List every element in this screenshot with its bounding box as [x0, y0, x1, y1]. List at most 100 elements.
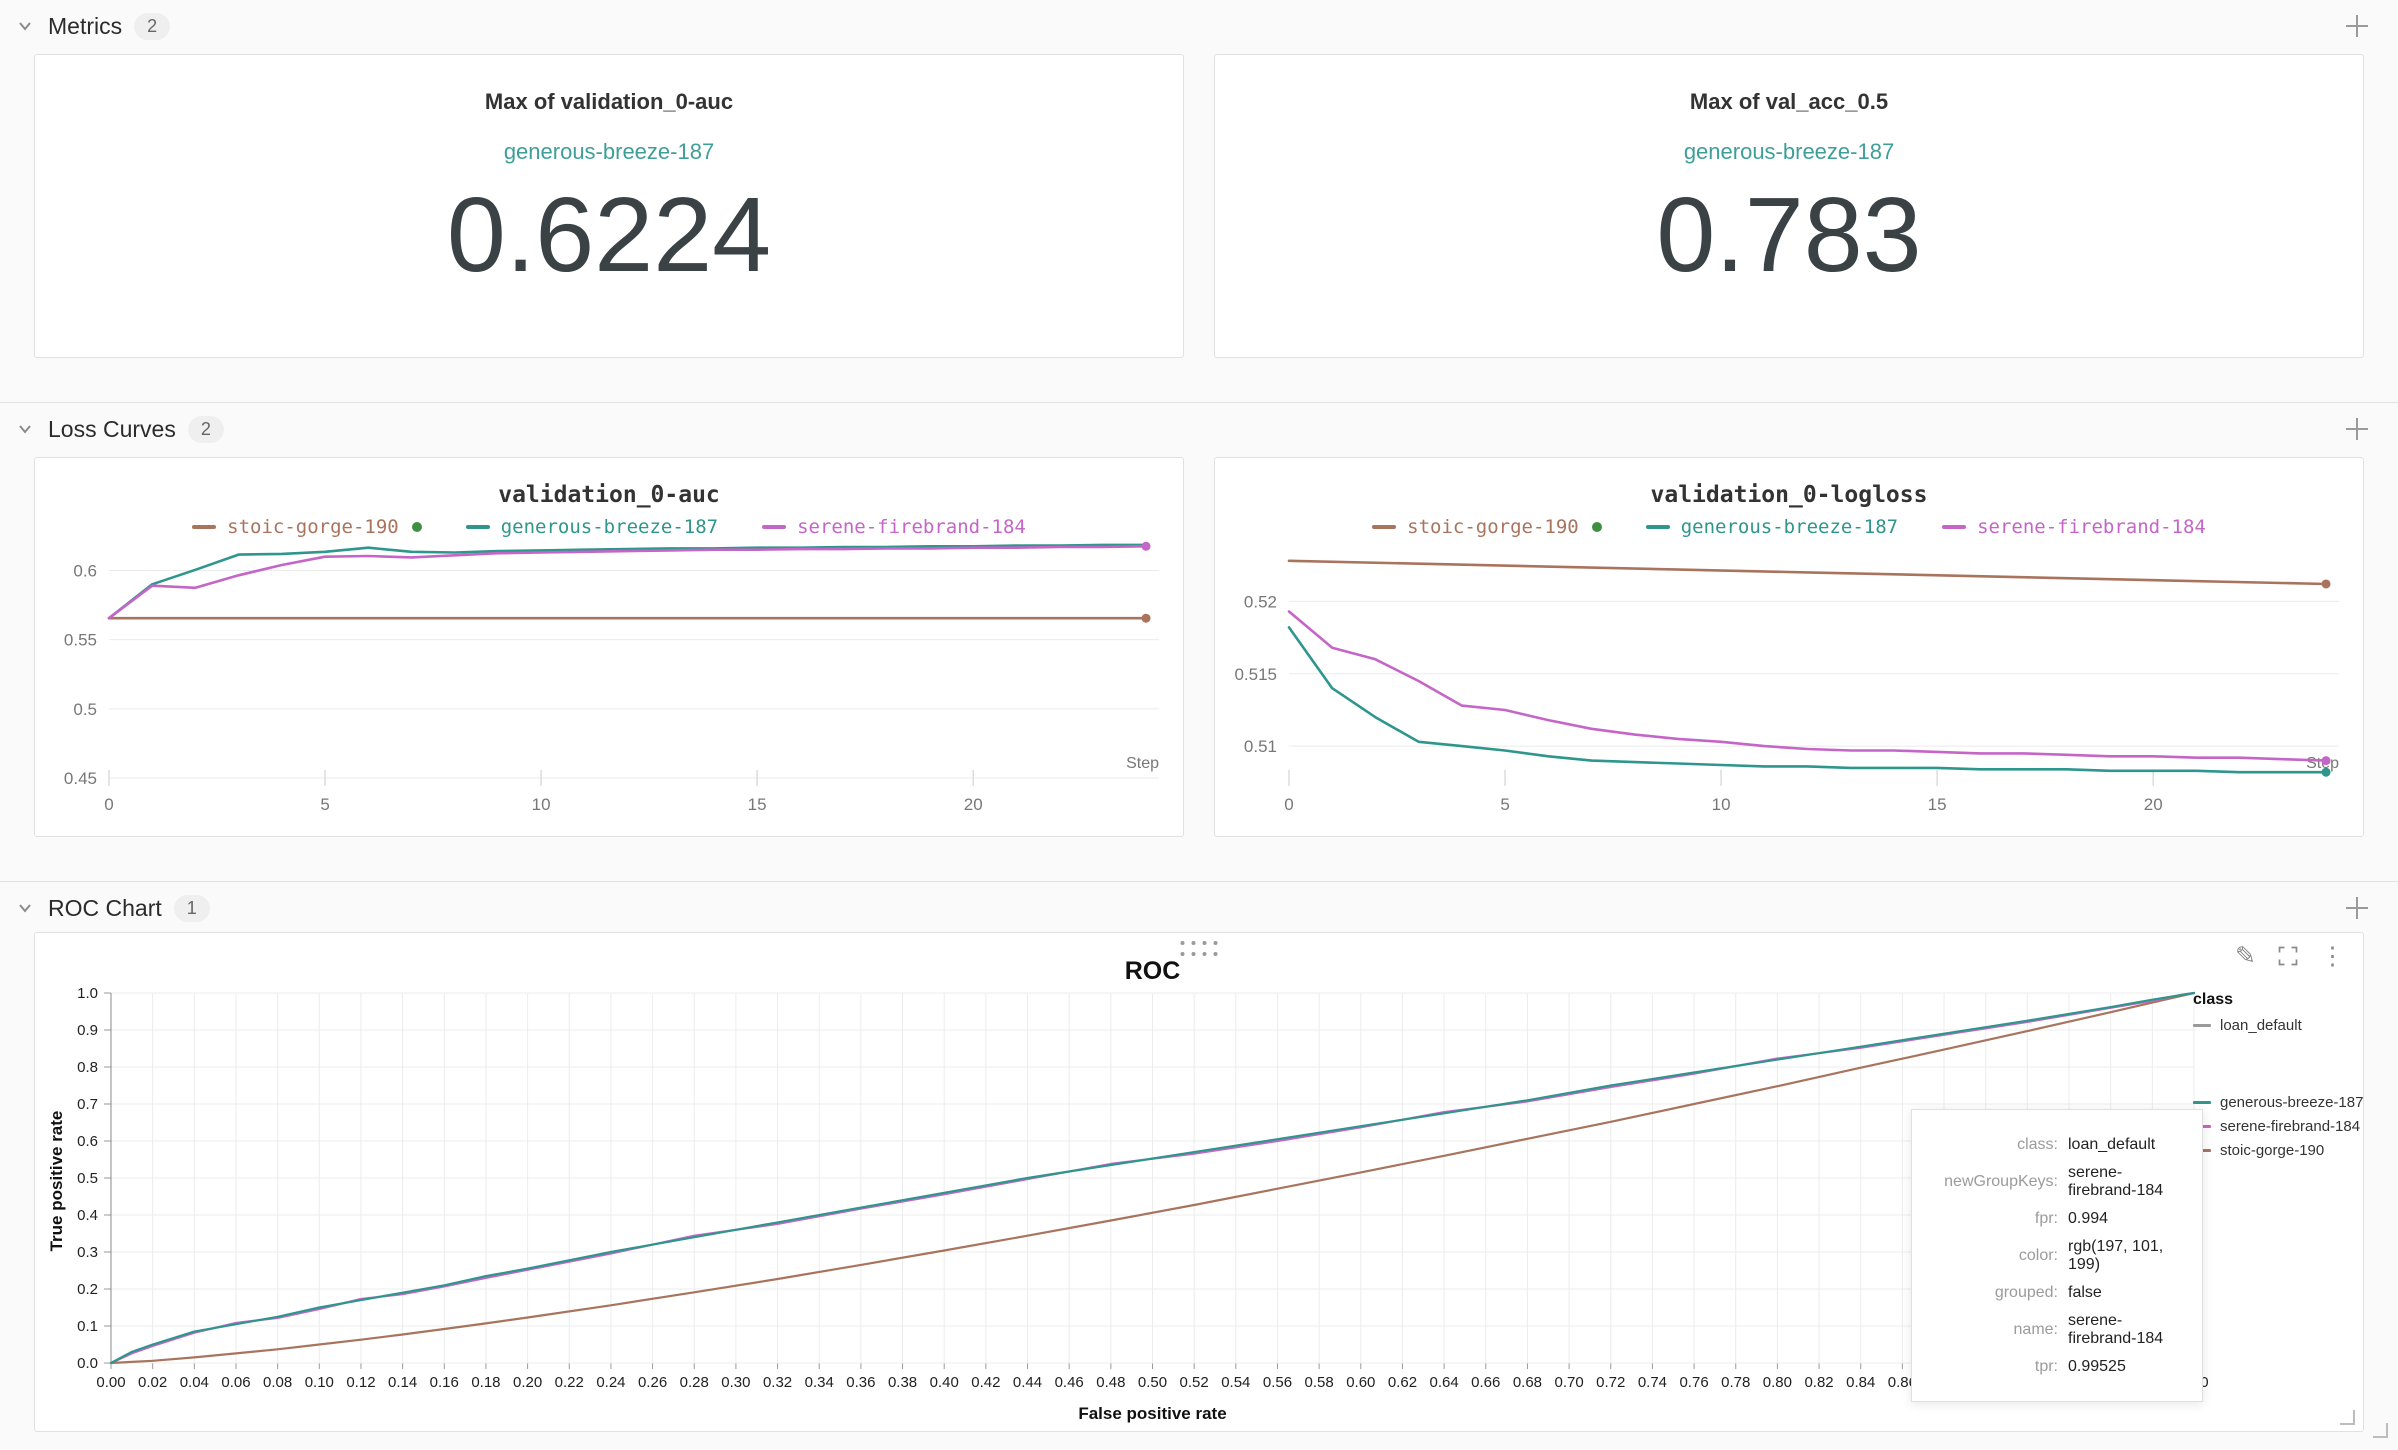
svg-text:10: 10 [532, 795, 551, 814]
add-panel-button[interactable] [2340, 9, 2374, 43]
legend-run-label: generous-breeze-187 [501, 516, 718, 538]
svg-text:0.6: 0.6 [73, 561, 97, 580]
tooltip-label: newGroupKeys: [1930, 1173, 2058, 1191]
metric-title: Max of val_acc_0.5 [1215, 89, 2363, 115]
legend-run-label: generous-breeze-187 [1681, 516, 1898, 538]
svg-text:0.1: 0.1 [77, 1318, 98, 1335]
svg-text:0.51: 0.51 [1244, 737, 1277, 756]
legend-run-label: serene-firebrand-184 [2220, 1118, 2360, 1135]
svg-text:0.0: 0.0 [77, 1355, 98, 1372]
svg-text:0.52: 0.52 [1180, 1374, 1209, 1391]
legend-run-label: stoic-gorge-190 [227, 516, 399, 538]
svg-text:0.12: 0.12 [346, 1374, 375, 1391]
tooltip-label: name: [1930, 1321, 2058, 1339]
svg-text:0.26: 0.26 [638, 1374, 667, 1391]
section-title: Loss Curves [48, 416, 176, 443]
chevron-down-icon[interactable] [14, 897, 36, 919]
chevron-down-icon[interactable] [14, 15, 36, 37]
tooltip-label: fpr: [1930, 1210, 2058, 1228]
svg-text:15: 15 [748, 795, 767, 814]
svg-text:0.44: 0.44 [1013, 1374, 1042, 1391]
svg-text:0.64: 0.64 [1430, 1374, 1459, 1391]
roc-legend: class loan_default generous-breeze-187 s… [2193, 991, 2363, 1166]
roc-chart-title: ROC [111, 957, 2194, 986]
svg-text:0.10: 0.10 [305, 1374, 334, 1391]
tooltip-value: 0.994 [2068, 1210, 2184, 1228]
legend-item: generous-breeze-187 [2193, 1094, 2363, 1111]
legend-line-swatch [2193, 1101, 2211, 1104]
svg-text:15: 15 [1928, 795, 1947, 814]
legend-line-swatch [762, 525, 786, 529]
svg-text:0.58: 0.58 [1305, 1374, 1334, 1391]
metric-card: Max of val_acc_0.5 generous-breeze-187 0… [1214, 54, 2364, 358]
svg-text:0.00: 0.00 [96, 1374, 125, 1391]
svg-text:5: 5 [1500, 795, 1509, 814]
svg-text:0.78: 0.78 [1721, 1374, 1750, 1391]
svg-text:0.68: 0.68 [1513, 1374, 1542, 1391]
legend-class-label: loan_default [2220, 1017, 2302, 1034]
svg-text:0.56: 0.56 [1263, 1374, 1292, 1391]
tooltip-value: rgb(197, 101, 199) [2068, 1238, 2184, 1274]
line-chart-panel-validation-0-logloss: validation_0-logloss stoic-gorge-190 gen… [1214, 457, 2364, 837]
kebab-menu-icon[interactable]: ⋮ [2320, 941, 2345, 971]
svg-text:0.5: 0.5 [73, 700, 97, 719]
svg-text:0.60: 0.60 [1346, 1374, 1375, 1391]
svg-text:1.0: 1.0 [77, 985, 98, 1002]
panel-count-badge: 1 [174, 895, 210, 922]
legend-item: stoic-gorge-190 [192, 516, 422, 538]
svg-text:0.50: 0.50 [1138, 1374, 1167, 1391]
section-resize-handle[interactable] [2373, 1423, 2388, 1438]
svg-text:0.46: 0.46 [1055, 1374, 1084, 1391]
svg-text:0.80: 0.80 [1763, 1374, 1792, 1391]
svg-text:0.72: 0.72 [1596, 1374, 1625, 1391]
svg-text:0.515: 0.515 [1234, 665, 1277, 684]
validation-0-logloss-chart[interactable]: 0.510.5150.5205101520Step [1215, 536, 2363, 828]
svg-text:0.4: 0.4 [77, 1207, 98, 1224]
panel-count-badge: 2 [188, 416, 224, 443]
svg-text:0.38: 0.38 [888, 1374, 917, 1391]
tooltip-label: color: [1930, 1247, 2058, 1265]
svg-text:0.74: 0.74 [1638, 1374, 1667, 1391]
svg-text:0.6: 0.6 [77, 1133, 98, 1150]
add-panel-button[interactable] [2340, 891, 2374, 925]
legend-line-swatch [1372, 525, 1396, 529]
svg-text:0.52: 0.52 [1244, 592, 1277, 611]
svg-text:0.84: 0.84 [1846, 1374, 1875, 1391]
validation-0-auc-chart[interactable]: 0.450.50.550.605101520Step [35, 536, 1183, 828]
chart-legend: stoic-gorge-190 generous-breeze-187 sere… [1215, 516, 2363, 538]
svg-text:0.9: 0.9 [77, 1022, 98, 1039]
svg-text:0.5: 0.5 [77, 1170, 98, 1187]
legend-line-swatch [1942, 525, 1966, 529]
metric-run-name[interactable]: generous-breeze-187 [35, 139, 1183, 165]
metrics-section: Metrics 2 Max of validation_0-auc genero… [0, 0, 2398, 402]
svg-text:0.70: 0.70 [1554, 1374, 1583, 1391]
legend-run-label: serene-firebrand-184 [797, 516, 1026, 538]
legend-item: loan_default [2193, 1017, 2363, 1034]
svg-text:0.14: 0.14 [388, 1374, 417, 1391]
fullscreen-icon[interactable] [2276, 944, 2300, 968]
chart-legend: stoic-gorge-190 generous-breeze-187 sere… [35, 516, 1183, 538]
metric-value: 0.783 [1215, 175, 2363, 296]
metric-title: Max of validation_0-auc [35, 89, 1183, 115]
tooltip-value: serene-firebrand-184 [2068, 1312, 2184, 1348]
svg-text:0: 0 [1284, 795, 1293, 814]
drag-handle[interactable] [1181, 941, 1218, 956]
svg-text:20: 20 [964, 795, 983, 814]
edit-panel-icon[interactable]: ✎ [2235, 941, 2256, 971]
svg-text:0.36: 0.36 [846, 1374, 875, 1391]
svg-text:0.54: 0.54 [1221, 1374, 1250, 1391]
tooltip-label: grouped: [1930, 1284, 2058, 1302]
chevron-down-icon[interactable] [14, 418, 36, 440]
svg-text:0.18: 0.18 [471, 1374, 500, 1391]
add-panel-button[interactable] [2340, 412, 2374, 446]
tooltip-label: class: [1930, 1136, 2058, 1154]
section-title: Metrics [48, 13, 122, 40]
tooltip-value: false [2068, 1284, 2184, 1302]
tooltip-value: 0.99525 [2068, 1358, 2184, 1376]
metric-run-name[interactable]: generous-breeze-187 [1215, 139, 2363, 165]
svg-text:0.30: 0.30 [721, 1374, 750, 1391]
svg-text:0.7: 0.7 [77, 1096, 98, 1113]
running-status-dot [1592, 522, 1602, 532]
panel-resize-handle[interactable] [2340, 1410, 2355, 1425]
legend-item: serene-firebrand-184 [1942, 516, 2206, 538]
